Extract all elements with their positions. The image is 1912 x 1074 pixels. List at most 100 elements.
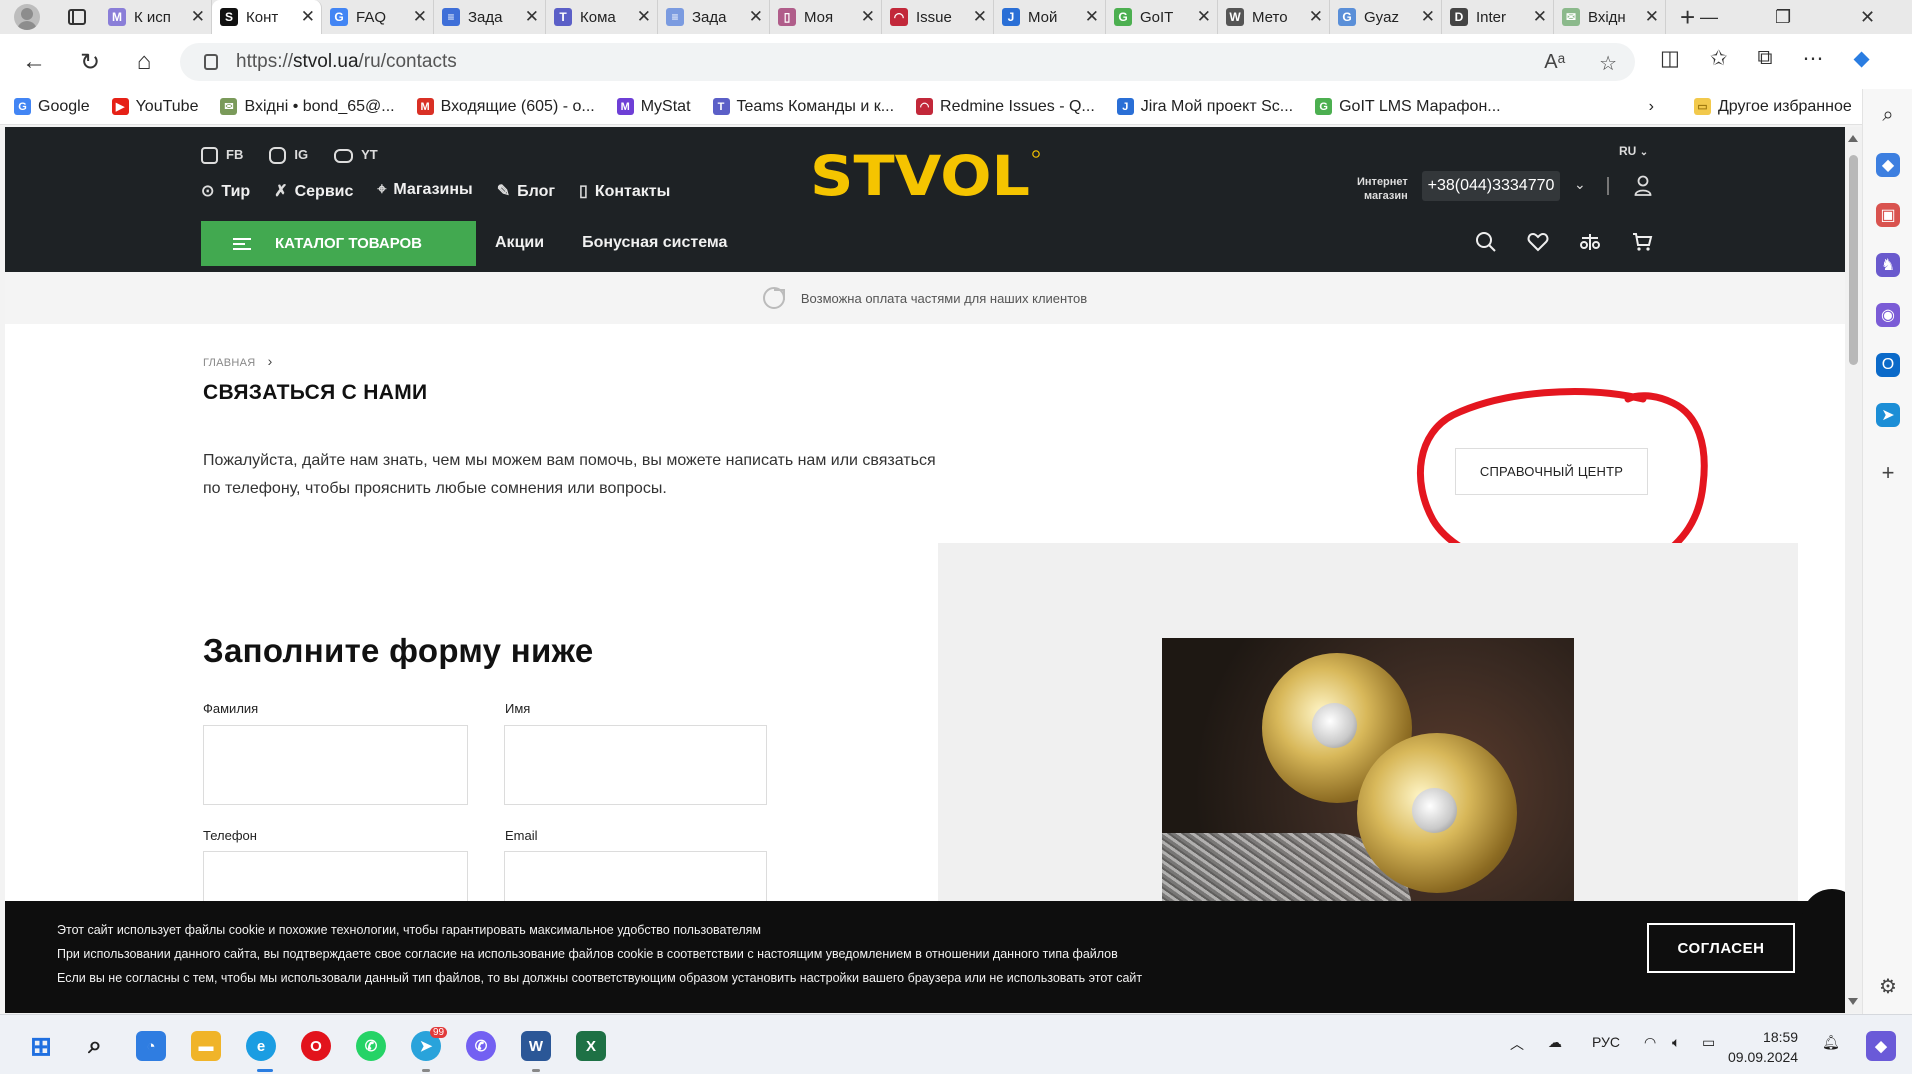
youtube-link[interactable]: YT <box>334 147 378 164</box>
address-bar[interactable]: https://stvol.ua/ru/contacts Aᵃ ☆ <box>180 43 1635 81</box>
bookmark-item[interactable]: M MyStat <box>616 98 691 116</box>
collections-icon[interactable]: ⧉ <box>1757 46 1772 71</box>
browser-tab[interactable]: D Inter ✕ <box>1442 0 1554 34</box>
chevron-down-icon[interactable]: ⌄ <box>1574 176 1586 193</box>
bonus-system-link[interactable]: Бонусная система <box>582 234 727 252</box>
bookmark-item[interactable]: T Teams Команды и к... <box>712 98 894 116</box>
split-screen-icon[interactable]: ◫ <box>1660 46 1680 71</box>
lock-icon[interactable] <box>204 54 218 70</box>
word-icon[interactable]: W <box>521 1031 551 1061</box>
settings-gear-icon[interactable]: ⚙ <box>1876 974 1900 998</box>
chevron-up-icon[interactable]: ︿ <box>1510 1034 1524 1054</box>
add-icon[interactable]: + <box>1876 460 1900 485</box>
breadcrumb-home-link[interactable]: ГЛАВНАЯ <box>203 357 256 369</box>
copilot-icon[interactable]: ◆ <box>1853 46 1869 71</box>
volume-icon[interactable]: 🔈︎ <box>1672 1034 1680 1051</box>
browser-tab[interactable]: M К исп ✕ <box>100 0 212 34</box>
edge-browser-icon[interactable]: e <box>246 1031 276 1061</box>
tab-close-icon[interactable]: ✕ <box>1421 7 1435 27</box>
viber-icon[interactable]: ✆ <box>466 1031 496 1061</box>
notification-bell-icon[interactable]: 🔔︎ <box>1822 1034 1840 1051</box>
tab-close-icon[interactable]: ✕ <box>1645 7 1659 27</box>
page-scrollbar[interactable] <box>1845 127 1862 1013</box>
browser-tab[interactable]: S Конт ✕ <box>212 0 322 34</box>
browser-tab[interactable]: G FAQ ✕ <box>322 0 434 34</box>
facebook-link[interactable]: FB <box>201 147 243 165</box>
tab-close-icon[interactable]: ✕ <box>973 7 987 27</box>
stvol-logo[interactable]: STVOL <box>810 145 1045 205</box>
cookie-agree-button[interactable]: СОГЛАСЕН <box>1647 923 1795 973</box>
language-indicator[interactable]: РУС <box>1592 1034 1620 1050</box>
scroll-down-icon[interactable] <box>1848 998 1858 1005</box>
browser-tab[interactable]: ◠ Issue ✕ <box>882 0 994 34</box>
windows-start-icon[interactable]: ⊞ <box>26 1031 56 1061</box>
reload-button[interactable]: ↻ <box>74 46 106 78</box>
browser-tab[interactable]: G Gyaz ✕ <box>1330 0 1442 34</box>
bookmark-item[interactable]: ▶ YouTube <box>111 98 198 116</box>
browser-tab[interactable]: J Мой ✕ <box>994 0 1106 34</box>
phone-number[interactable]: +38(044)3334770 <box>1422 171 1560 201</box>
clock[interactable]: 18:59 09.09.2024 <box>1728 1027 1798 1067</box>
tab-close-icon[interactable]: ✕ <box>301 7 315 27</box>
new-tab-button[interactable]: + <box>1680 2 1695 33</box>
cart-icon[interactable] <box>1631 231 1653 253</box>
browser-tab[interactable]: G GoIT ✕ <box>1106 0 1218 34</box>
copilot-taskbar-icon[interactable]: ◆ <box>1866 1031 1896 1061</box>
file-explorer-icon[interactable]: ▬ <box>191 1031 221 1061</box>
search-icon[interactable] <box>1475 231 1497 253</box>
tag-icon[interactable]: ◆ <box>1876 153 1900 177</box>
tab-close-icon[interactable]: ✕ <box>1197 7 1211 27</box>
favorite-star-icon[interactable]: ☆ <box>1599 51 1617 76</box>
chat-widget[interactable] <box>1802 889 1845 919</box>
battery-icon[interactable]: ▭ <box>1702 1034 1715 1051</box>
toolbox-icon[interactable]: ▣ <box>1876 203 1900 227</box>
wifi-icon[interactable]: ◠ <box>1644 1034 1656 1051</box>
tab-close-icon[interactable]: ✕ <box>191 7 205 27</box>
wishlist-heart-icon[interactable] <box>1527 231 1549 253</box>
tab-close-icon[interactable]: ✕ <box>413 7 427 27</box>
bookmark-item[interactable]: ◠ Redmine Issues - Q... <box>916 98 1095 116</box>
bookmarks-overflow-chevron-icon[interactable]: › <box>1649 98 1654 116</box>
browser-tab[interactable]: ≡ Зада ✕ <box>434 0 546 34</box>
tab-close-icon[interactable]: ✕ <box>749 7 763 27</box>
nav-link[interactable]: ✗ Сервис <box>274 181 353 201</box>
search-icon[interactable]: ⌕ <box>80 1031 110 1061</box>
tab-close-icon[interactable]: ✕ <box>637 7 651 27</box>
tab-close-icon[interactable]: ✕ <box>1085 7 1099 27</box>
promotions-link[interactable]: Акции <box>495 234 544 252</box>
browser-tab[interactable]: W Мето ✕ <box>1218 0 1330 34</box>
excel-icon[interactable]: X <box>576 1031 606 1061</box>
instagram-link[interactable]: IG <box>269 147 308 165</box>
catalog-button[interactable]: КАТАЛОГ ТОВАРОВ <box>201 221 476 266</box>
browser-tab[interactable]: T Кома ✕ <box>546 0 658 34</box>
browser-tab[interactable]: ≡ Зада ✕ <box>658 0 770 34</box>
network-off-icon[interactable]: ☁ <box>1548 1034 1562 1051</box>
other-bookmarks-folder[interactable]: ▭ Другое избранное <box>1693 98 1852 116</box>
profile-avatar-icon[interactable] <box>14 4 40 30</box>
bookmark-item[interactable]: G Google <box>14 98 90 116</box>
tab-actions-icon[interactable] <box>68 9 86 25</box>
compare-scales-icon[interactable] <box>1579 231 1601 253</box>
minimize-button[interactable]: — <box>1700 0 1718 34</box>
chess-icon[interactable]: ♞ <box>1876 253 1900 277</box>
user-account-icon[interactable] <box>1634 175 1652 197</box>
browser-tab[interactable]: ✉ Вхідн ✕ <box>1554 0 1666 34</box>
tab-close-icon[interactable]: ✕ <box>861 7 875 27</box>
send-icon[interactable]: ➤ <box>1876 403 1900 427</box>
bookmark-item[interactable]: M Входящие (605) - о... <box>416 98 595 116</box>
search-icon[interactable]: ⌕ <box>1876 103 1900 127</box>
last-name-field[interactable] <box>203 725 468 805</box>
office-icon[interactable]: ◉ <box>1876 303 1900 327</box>
browser-tab[interactable]: ▯ Моя ✕ <box>770 0 882 34</box>
scroll-thumb[interactable] <box>1849 155 1858 365</box>
tab-close-icon[interactable]: ✕ <box>1309 7 1323 27</box>
first-name-field[interactable] <box>504 725 767 805</box>
tab-close-icon[interactable]: ✕ <box>525 7 539 27</box>
bookmark-item[interactable]: G GoIT LMS Марафон... <box>1315 98 1501 116</box>
back-button[interactable]: ← <box>18 46 50 78</box>
whatsapp-icon[interactable]: ✆ <box>356 1031 386 1061</box>
opera-icon[interactable]: O <box>301 1031 331 1061</box>
help-center-button[interactable]: СПРАВОЧНЫЙ ЦЕНТР <box>1455 448 1648 495</box>
close-window-button[interactable]: ✕ <box>1860 0 1875 34</box>
bookmark-item[interactable]: J Jira Мой проект Sc... <box>1116 98 1293 116</box>
